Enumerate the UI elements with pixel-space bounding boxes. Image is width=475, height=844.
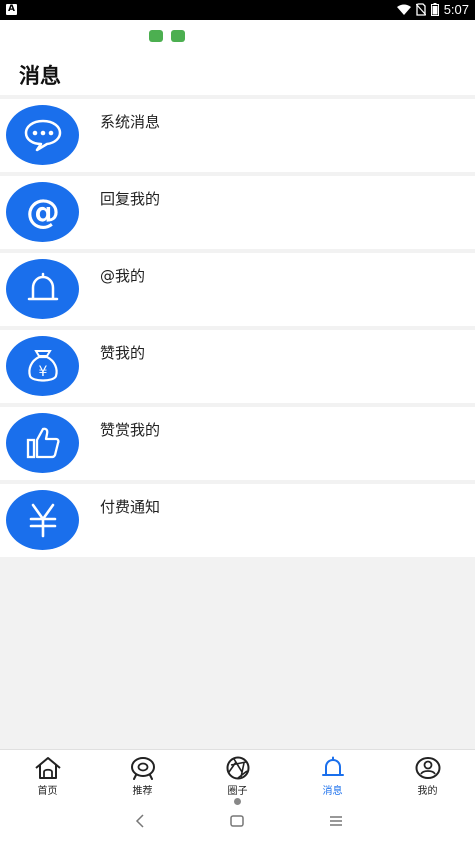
nav-label: 首页 [37, 786, 58, 797]
svg-text:¥: ¥ [38, 364, 47, 380]
nav-item-profile[interactable]: 我的 [380, 750, 475, 797]
money-bag-icon: ¥ [6, 336, 79, 396]
user-icon [415, 757, 440, 779]
nav-label: 我的 [417, 786, 438, 797]
page-indicator-dot [234, 798, 241, 805]
bell-icon [6, 259, 79, 319]
message-item-label: 付费通知 [100, 498, 161, 516]
message-item-replies[interactable]: @ 回复我的 [0, 176, 475, 249]
bell-icon [321, 756, 344, 776]
chat-bubble-icon [6, 105, 79, 165]
nav-label: 圈子 [227, 786, 248, 797]
header: 消息 [0, 20, 475, 95]
indicator-chip-icon [149, 30, 163, 42]
message-item-likes[interactable]: ¥ 赞我的 [0, 330, 475, 403]
bottom-nav: 首页 推荐 圈子 消息 我的 [0, 749, 475, 797]
svg-text:@: @ [26, 193, 60, 231]
nav-label: 推荐 [132, 786, 153, 797]
message-item-label: 系统消息 [100, 113, 161, 131]
message-item-label: 赞我的 [100, 344, 146, 362]
system-nav-bar [0, 797, 475, 844]
aperture-icon [226, 756, 249, 780]
wifi-icon [396, 4, 411, 15]
message-item-payments[interactable]: 付费通知 [0, 484, 475, 557]
status-bar: A 5:07 [0, 0, 475, 20]
status-icons: 5:07 [396, 2, 469, 17]
yen-icon [6, 490, 79, 550]
page-title: 消息 [19, 64, 61, 88]
no-sim-icon [415, 3, 426, 16]
message-item-system[interactable]: 系统消息 [0, 99, 475, 172]
recommend-icon [130, 757, 155, 780]
home-button-icon[interactable] [229, 813, 245, 829]
message-item-label: 回复我的 [100, 190, 161, 208]
menu-icon[interactable] [328, 813, 344, 829]
back-icon[interactable] [133, 813, 147, 829]
nav-item-home[interactable]: 首页 [0, 750, 95, 797]
message-item-label: 赞赏我的 [100, 421, 161, 439]
message-list: 系统消息 @ 回复我的 @我的 ¥ 赞我的 赞赏我的 付费通知 [0, 99, 475, 561]
at-sign-icon: @ [6, 182, 79, 242]
home-icon [34, 757, 61, 779]
app-notification-icon: A [6, 4, 17, 15]
indicator-chip-icon [171, 30, 185, 42]
nav-item-messages[interactable]: 消息 [285, 750, 380, 797]
thumbs-up-icon [6, 413, 79, 473]
nav-item-recommend[interactable]: 推荐 [95, 750, 190, 797]
message-item-label: @我的 [100, 267, 146, 285]
nav-item-circle[interactable]: 圈子 [190, 750, 285, 797]
clock-time: 5:07 [443, 2, 469, 17]
battery-icon [430, 3, 439, 16]
message-item-mentions[interactable]: @我的 [0, 253, 475, 326]
message-item-tips[interactable]: 赞赏我的 [0, 407, 475, 480]
nav-label: 消息 [322, 786, 343, 797]
